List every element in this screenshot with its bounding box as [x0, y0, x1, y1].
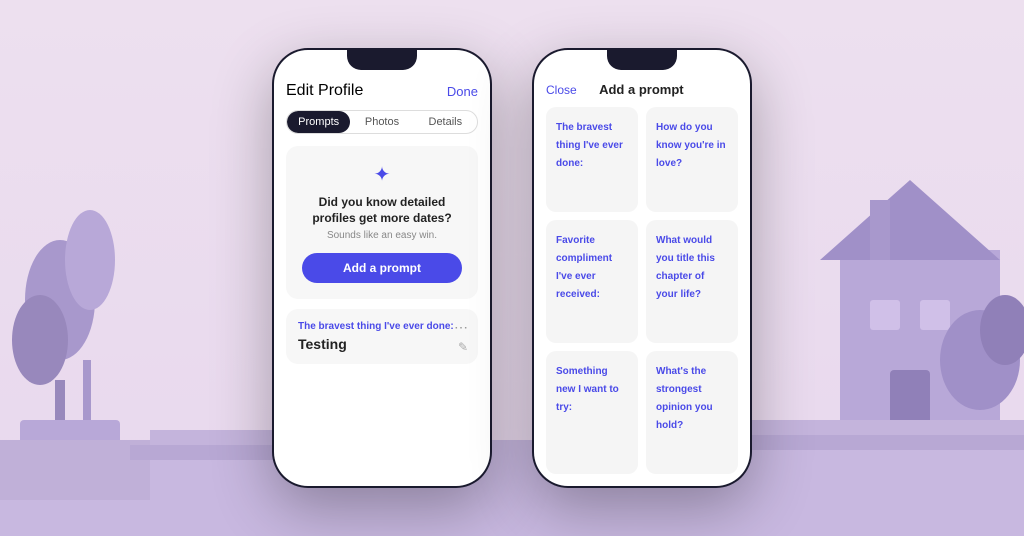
phone-1-notch — [347, 48, 417, 70]
phone-1-screen: Edit Profile Done Prompts Photos Details… — [274, 50, 490, 486]
tab-photos[interactable]: Photos — [350, 111, 413, 133]
existing-prompt-text: Testing — [298, 336, 466, 352]
prompt-card-subtitle: Sounds like an easy win. — [327, 230, 437, 241]
add-prompt-button[interactable]: Add a prompt — [302, 253, 462, 283]
phone-1-title: Edit Profile — [286, 82, 363, 100]
done-button[interactable]: Done — [447, 84, 478, 99]
prompt-option-3[interactable]: What would you title this chapter of you… — [646, 220, 738, 343]
prompts-grid: The bravest thing I've ever done: How do… — [546, 107, 738, 474]
prompt-option-1[interactable]: How do you know you're in love? — [646, 107, 738, 212]
existing-prompt-card: ⋯ The bravest thing I've ever done: Test… — [286, 309, 478, 364]
prompt-card-icon: ✦ — [374, 162, 391, 187]
tab-prompts[interactable]: Prompts — [287, 111, 350, 133]
phone-2-notch — [607, 48, 677, 70]
tab-details[interactable]: Details — [414, 111, 477, 133]
more-options-button[interactable]: ⋯ — [454, 319, 468, 336]
prompt-card-title: Did you know detailed profiles get more … — [302, 195, 462, 226]
prompt-option-2[interactable]: Favorite compliment I've ever received: — [546, 220, 638, 343]
prompt-option-text-0: The bravest thing I've ever done: — [556, 122, 623, 169]
prompt-option-text-4: Something new I want to try: — [556, 366, 619, 413]
phone-2-title: Add a prompt — [599, 82, 684, 97]
prompt-option-text-3: What would you title this chapter of you… — [656, 235, 715, 300]
phone-1: Edit Profile Done Prompts Photos Details… — [272, 48, 492, 488]
phone-1-header: Edit Profile Done — [286, 78, 478, 110]
phone-2-screen: Close Add a prompt The bravest thing I'v… — [534, 50, 750, 486]
close-button[interactable]: Close — [546, 83, 577, 97]
prompt-option-text-5: What's the strongest opinion you hold? — [656, 366, 713, 431]
phones-container: Edit Profile Done Prompts Photos Details… — [0, 0, 1024, 536]
tab-bar: Prompts Photos Details — [286, 110, 478, 134]
prompt-option-0[interactable]: The bravest thing I've ever done: — [546, 107, 638, 212]
existing-prompt-label: The bravest thing I've ever done: — [298, 321, 466, 332]
edit-icon[interactable]: ✎ — [458, 340, 468, 354]
prompt-option-text-2: Favorite compliment I've ever received: — [556, 235, 612, 300]
prompt-option-4[interactable]: Something new I want to try: — [546, 351, 638, 474]
prompt-option-5[interactable]: What's the strongest opinion you hold? — [646, 351, 738, 474]
phone-2: Close Add a prompt The bravest thing I'v… — [532, 48, 752, 488]
phone-2-header: Close Add a prompt — [546, 78, 738, 107]
prompt-option-text-1: How do you know you're in love? — [656, 122, 726, 169]
add-prompt-card: ✦ Did you know detailed profiles get mor… — [286, 146, 478, 299]
